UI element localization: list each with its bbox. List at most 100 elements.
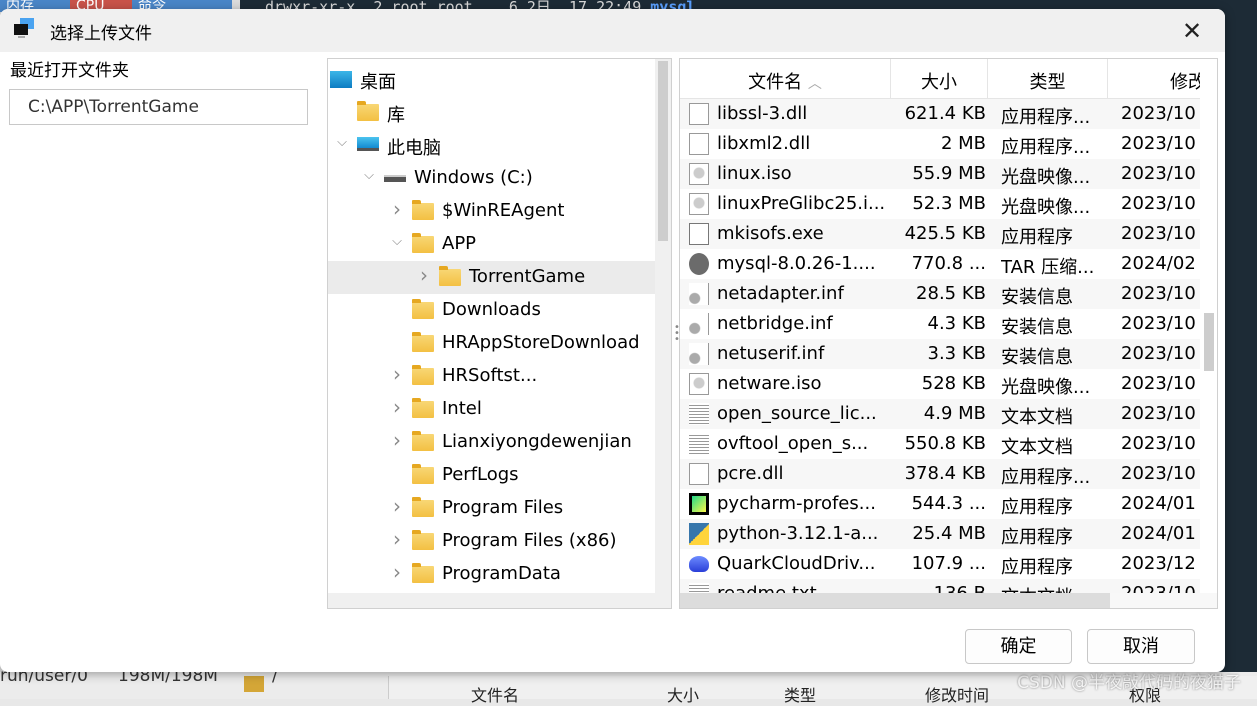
dll-icon xyxy=(689,463,709,485)
file-type: 应用程序... xyxy=(1001,137,1091,158)
folder-icon xyxy=(412,563,434,583)
tree-item-label: Downloads xyxy=(442,299,541,320)
file-row[interactable]: QuarkCloudDriv... 107.9 ... 应用程序 2023/12 xyxy=(680,549,1200,579)
folder-icon xyxy=(412,332,434,352)
tree-item[interactable]: Downloads xyxy=(328,294,655,327)
list-header: 文件名 ︿ 大小 类型 修改 xyxy=(680,59,1200,99)
inf-icon xyxy=(689,283,709,305)
chevron-down-icon[interactable]: ⌵ xyxy=(362,168,376,183)
tree-scroll-thumb[interactable] xyxy=(658,61,668,241)
file-row[interactable]: netadapter.inf 28.5 KB 安装信息 2023/10 xyxy=(680,279,1200,309)
file-type: 光盘映像... xyxy=(1001,167,1091,188)
chevron-right-icon[interactable]: › xyxy=(390,560,404,584)
file-name: libssl-3.dll xyxy=(717,103,808,124)
file-row[interactable]: pycharm-profes... 544.3 ... 应用程序 2024/01 xyxy=(680,489,1200,519)
text-file-icon xyxy=(689,433,709,455)
quark-cloud-icon xyxy=(689,556,709,572)
list-horizontal-scrollbar[interactable] xyxy=(680,593,1217,608)
file-date: 2023/10 xyxy=(1121,163,1196,184)
tree-item[interactable]: › Intel xyxy=(328,393,655,426)
tree-item[interactable]: › Program Files xyxy=(328,492,655,525)
file-row[interactable]: python-3.12.1-a... 25.4 MB 应用程序 2024/01 xyxy=(680,519,1200,549)
list-hscroll-thumb[interactable] xyxy=(680,593,1110,608)
file-name: netbridge.inf xyxy=(717,313,833,334)
file-name: libxml2.dll xyxy=(717,133,811,154)
file-type: 应用程序... xyxy=(1001,467,1091,488)
disc-image-icon xyxy=(689,193,709,215)
tar-icon xyxy=(689,253,709,275)
file-size: 107.9 ... xyxy=(911,553,986,574)
list-vertical-scrollbar[interactable] xyxy=(1201,59,1217,594)
tree-item[interactable]: › TorrentGame xyxy=(328,261,655,294)
tree-item-label: Windows (C:) xyxy=(414,167,533,188)
recent-folder-input[interactable]: C:\APP\TorrentGame xyxy=(9,89,308,125)
file-name: netadapter.inf xyxy=(717,283,844,304)
file-list: 文件名 ︿ 大小 类型 修改 readme.txt136 B文本文档2023/1… xyxy=(679,58,1218,609)
ok-button[interactable]: 确定 xyxy=(965,629,1072,664)
chevron-right-icon[interactable]: › xyxy=(390,362,404,386)
column-header-type[interactable]: 类型 xyxy=(988,59,1108,99)
tree-item-label: Intel xyxy=(442,398,482,419)
chevron-right-icon[interactable]: › xyxy=(390,494,404,518)
chevron-right-icon[interactable]: › xyxy=(417,263,431,287)
file-name: open_source_lic... xyxy=(717,403,877,424)
column-name-label: 文件名 xyxy=(748,72,803,93)
chevron-down-icon[interactable]: ⌵ xyxy=(390,234,404,249)
close-button[interactable]: ✕ xyxy=(1170,9,1214,52)
computer-icon xyxy=(14,18,34,38)
file-type: 光盘映像... xyxy=(1001,197,1091,218)
tree-item-label: TorrentGame xyxy=(469,266,586,287)
file-size: 2 MB xyxy=(940,133,986,154)
file-type: 安装信息 xyxy=(1001,317,1073,338)
tree-item[interactable]: 库 xyxy=(328,96,655,129)
file-row[interactable]: linuxPreGlibc25.i... 52.3 MB 光盘映像... 2023/1… xyxy=(680,189,1200,219)
file-row[interactable]: netuserif.inf 3.3 KB 安装信息 2023/10 xyxy=(680,339,1200,369)
chevron-right-icon[interactable]: › xyxy=(390,197,404,221)
chevron-right-icon[interactable]: › xyxy=(390,428,404,452)
list-scroll-thumb[interactable] xyxy=(1204,313,1214,371)
tree-item[interactable]: › HRSoftst... xyxy=(328,360,655,393)
file-row[interactable]: libxml2.dll 2 MB 应用程序... 2023/10 xyxy=(680,129,1200,159)
chevron-right-icon[interactable]: › xyxy=(390,527,404,551)
file-row[interactable]: libssl-3.dll 621.4 KB 应用程序... 2023/10 xyxy=(680,99,1200,129)
tree-item[interactable]: PerfLogs xyxy=(328,459,655,492)
tree-item[interactable]: ⌵ 此电脑 xyxy=(328,129,655,162)
tree-item[interactable]: › Lianxiyongdewenjian xyxy=(328,426,655,459)
sort-ascending-icon: ︿ xyxy=(807,76,822,92)
tree-item[interactable]: HRAppStoreDownload xyxy=(328,327,655,360)
chevron-right-icon[interactable]: › xyxy=(390,395,404,419)
file-row[interactable]: pcre.dll 378.4 KB 应用程序... 2023/10 xyxy=(680,459,1200,489)
tree-item[interactable]: ⌵ Windows (C:) xyxy=(328,162,655,195)
tree-item[interactable]: › Program Files (x86) xyxy=(328,525,655,558)
folder-icon xyxy=(412,200,434,220)
file-name: netuserif.inf xyxy=(717,343,825,364)
file-type: 安装信息 xyxy=(1001,347,1073,368)
file-size: 4.3 KB xyxy=(927,313,987,334)
cancel-button[interactable]: 取消 xyxy=(1087,629,1195,664)
splitter-handle[interactable]: • • • xyxy=(674,323,680,345)
tree-item[interactable]: › $WinREAgent xyxy=(328,195,655,228)
file-row[interactable]: mysql-8.0.26-1.... 770.8 ... TAR 压缩... 2024… xyxy=(680,249,1200,279)
file-type: TAR 压缩... xyxy=(1001,257,1095,278)
chevron-down-icon[interactable]: ⌵ xyxy=(335,135,349,150)
file-row[interactable]: netware.iso 528 KB 光盘映像... 2023/10 xyxy=(680,369,1200,399)
file-row[interactable]: ovftool_open_s... 550.8 KB 文本文档 2023/10 xyxy=(680,429,1200,459)
file-row[interactable]: mkisofs.exe 425.5 KB 应用程序 2023/10 xyxy=(680,219,1200,249)
column-header-size[interactable]: 大小 xyxy=(891,59,988,99)
file-row[interactable]: open_source_lic... 4.9 MB 文本文档 2023/10 xyxy=(680,399,1200,429)
tree-item[interactable]: › ProgramData xyxy=(328,558,655,591)
upload-file-dialog: 选择上传文件 ✕ 最近打开文件夹 C:\APP\TorrentGame › Pro… xyxy=(0,9,1225,672)
column-header-modified[interactable]: 修改 xyxy=(1108,59,1200,99)
file-date: 2023/10 xyxy=(1121,403,1196,424)
file-name: mysql-8.0.26-1.... xyxy=(717,253,876,274)
tree-item[interactable]: 桌面 xyxy=(328,63,655,96)
file-date: 2023/10 xyxy=(1121,283,1196,304)
file-row[interactable]: linux.iso 55.9 MB 光盘映像... 2023/10 xyxy=(680,159,1200,189)
column-header-name[interactable]: 文件名 ︿ xyxy=(680,59,891,99)
tree-item[interactable]: ⌵ APP xyxy=(328,228,655,261)
tree-vertical-scrollbar[interactable] xyxy=(655,59,671,594)
tree-horizontal-scrollbar[interactable] xyxy=(328,593,671,608)
file-row[interactable]: netbridge.inf 4.3 KB 安装信息 2023/10 xyxy=(680,309,1200,339)
folder-icon xyxy=(412,233,434,253)
file-name: linuxPreGlibc25.i... xyxy=(717,193,886,214)
